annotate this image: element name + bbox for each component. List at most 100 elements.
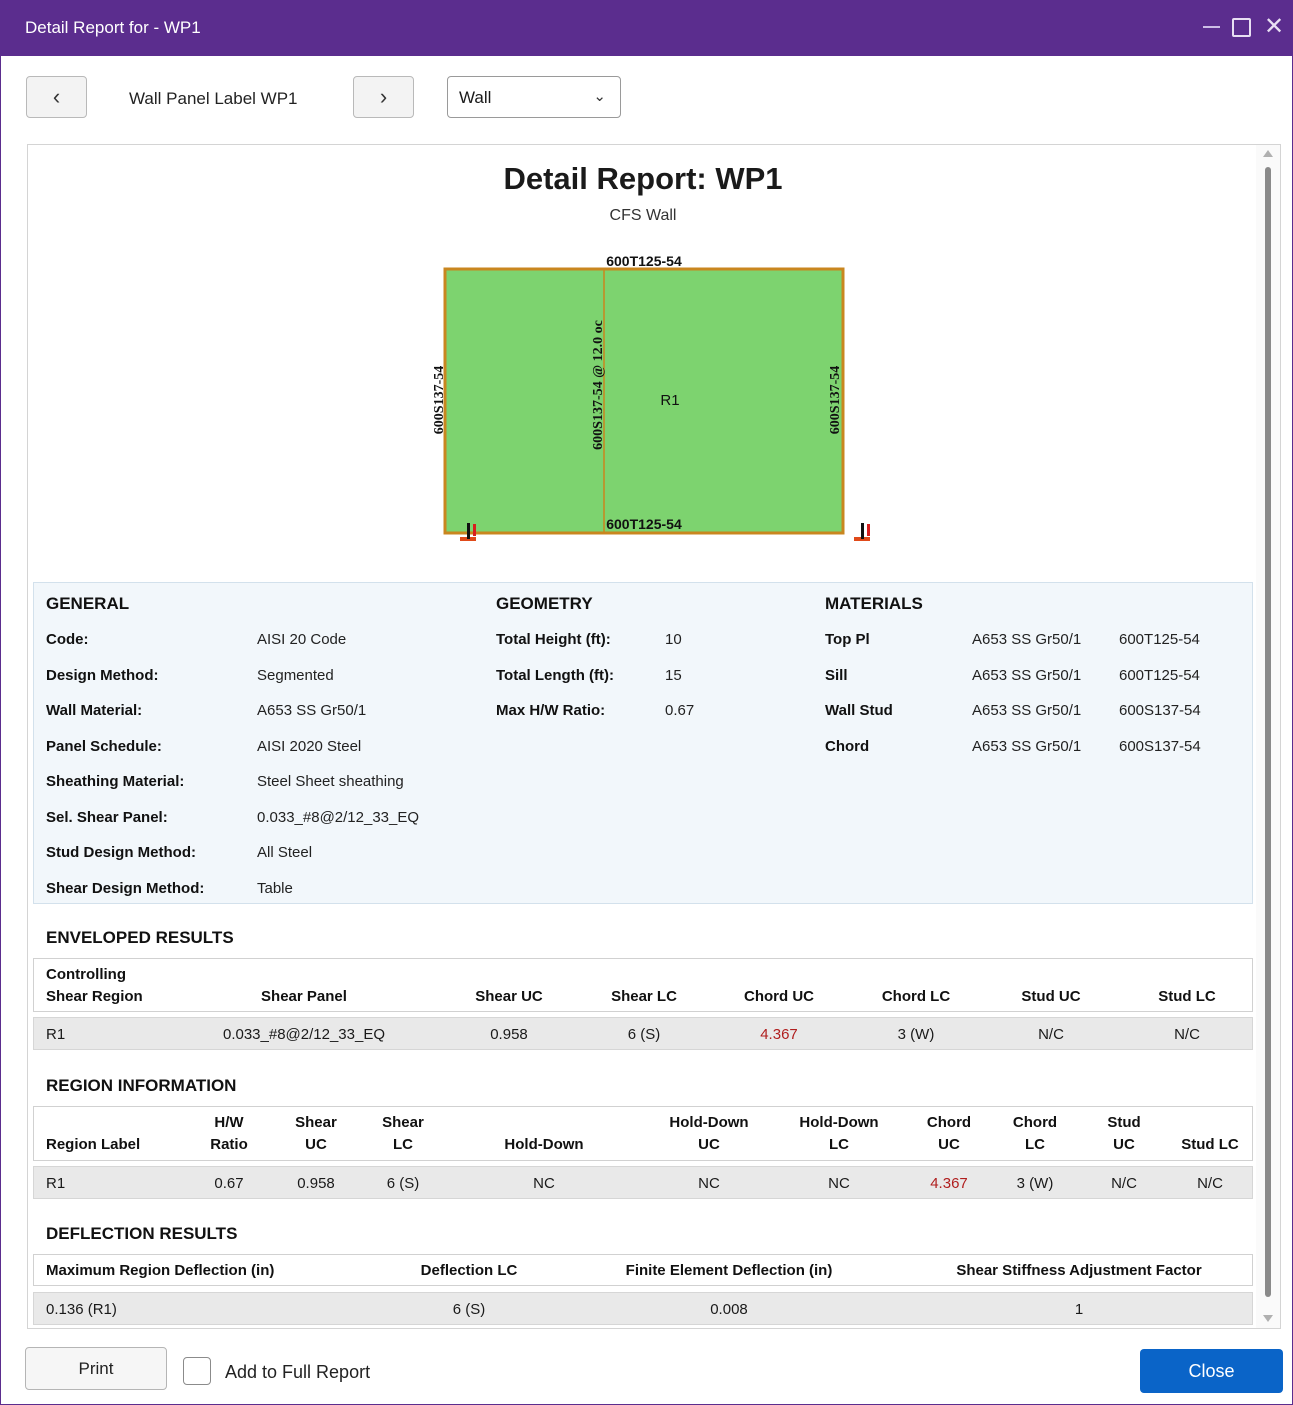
close-icon[interactable]: ✕ xyxy=(1261,14,1287,40)
material-grade: A653 SS Gr50/1 xyxy=(972,667,1082,684)
geometry-key: Total Height (ft): xyxy=(496,631,611,648)
column-header: Shear Panel xyxy=(261,988,347,1005)
general-value: AISI 2020 Steel xyxy=(257,738,362,755)
table-header: Maximum Region Deflection (in) Deflectio… xyxy=(33,1254,1253,1286)
table-cell: 0.136 (R1) xyxy=(46,1301,117,1318)
table-cell: 0.67 xyxy=(214,1175,244,1192)
column-header: Stud LC xyxy=(1158,988,1216,1005)
general-key: Code: xyxy=(46,631,89,648)
table-cell: N/C xyxy=(1038,1026,1064,1043)
region-label: R1 xyxy=(660,392,679,409)
table-row: R1 0.033_#8@2/12_33_EQ 0.958 6 (S) 4.367… xyxy=(33,1017,1253,1050)
general-key: Wall Material: xyxy=(46,702,143,719)
column-header: Hold-Down LC xyxy=(799,1114,879,1153)
chevron-left-icon: ‹ xyxy=(52,84,61,109)
material-section: 600S137-54 xyxy=(1119,738,1201,755)
general-heading: GENERAL xyxy=(46,594,130,613)
table-cell: NC xyxy=(533,1175,555,1192)
table-cell: 6 (S) xyxy=(627,1026,661,1043)
column-header: Region Label xyxy=(46,1136,141,1153)
previous-panel-button[interactable]: ‹ xyxy=(26,76,87,118)
column-header: Shear LC xyxy=(611,988,677,1005)
column-header: Hold-Down xyxy=(504,1136,584,1153)
column-header: Shear LC xyxy=(382,1114,424,1153)
column-header: Stud UC xyxy=(1021,988,1081,1005)
geometry-value: 0.67 xyxy=(665,702,695,719)
top-plate-label: 600T125-54 xyxy=(606,253,682,269)
column-header: Chord UC xyxy=(926,1114,972,1153)
report-subtitle: CFS Wall xyxy=(609,207,677,224)
maximize-icon[interactable] xyxy=(1228,14,1254,40)
material-grade: A653 SS Gr50/1 xyxy=(972,631,1082,648)
close-button[interactable]: Close xyxy=(1140,1349,1283,1393)
column-header: Controlling Shear Region xyxy=(46,966,143,1005)
title-bar: Detail Report for - WP1 ✕ xyxy=(1,1,1292,56)
table-cell: N/C xyxy=(1174,1026,1200,1043)
table-row: 0.136 (R1) 6 (S) 0.008 1 xyxy=(33,1292,1253,1325)
table-cell: 6 (S) xyxy=(452,1301,486,1318)
wall-panel-diagram: 600T125-54 600T125-54 600S137-54 600S137… xyxy=(432,253,870,541)
column-header: Stud UC xyxy=(1107,1114,1141,1153)
table-cell: 6 (S) xyxy=(386,1175,420,1192)
table-cell: R1 xyxy=(46,1175,66,1192)
general-value: AISI 20 Code xyxy=(257,631,347,648)
report-viewer[interactable]: Detail Report: WP1 CFS Wall 600T125-54 6… xyxy=(27,144,1281,1329)
chevron-down-icon: ⌄ xyxy=(593,88,606,105)
stud-spacing-label: 600S137-54 @ 12.0 oc xyxy=(591,320,606,450)
column-header: Shear Stiffness Adjustment Factor xyxy=(956,1262,1202,1279)
table-cell: 0.008 xyxy=(710,1301,748,1318)
table-cell: R1 xyxy=(46,1026,66,1043)
print-button[interactable]: Print xyxy=(25,1347,167,1390)
material-key: Top Pl xyxy=(825,631,870,648)
report-title: Detail Report: WP1 xyxy=(503,161,783,196)
detail-report-window: Detail Report for - WP1 ✕ ‹ Wall Panel L… xyxy=(0,0,1293,1405)
general-key: Shear Design Method: xyxy=(46,880,205,897)
column-header: Deflection LC xyxy=(420,1262,518,1279)
vertical-scrollbar[interactable] xyxy=(1256,145,1280,1328)
scroll-up-icon[interactable] xyxy=(1263,150,1273,157)
right-chord-label: 600S137-54 xyxy=(828,366,843,434)
add-to-full-report-label[interactable]: Add to Full Report xyxy=(225,1362,370,1383)
materials-heading: MATERIALS xyxy=(825,594,923,613)
deflection-results-heading: DEFLECTION RESULTS xyxy=(46,1224,238,1243)
material-section: 600T125-54 xyxy=(1119,631,1200,648)
material-key: Wall Stud xyxy=(825,702,893,719)
material-key: Sill xyxy=(825,667,848,684)
column-header: Shear UC xyxy=(295,1114,337,1153)
table-cell: 1 xyxy=(1074,1301,1084,1318)
table-cell: NC xyxy=(828,1175,850,1192)
table-cell: NC xyxy=(698,1175,720,1192)
left-chord-label: 600S137-54 xyxy=(432,366,447,434)
column-header: Chord LC xyxy=(881,988,951,1005)
next-panel-button[interactable]: › xyxy=(353,76,414,118)
material-section: 600T125-54 xyxy=(1119,667,1200,684)
panel-label: Wall Panel Label WP1 xyxy=(129,89,298,108)
table-cell: 3 (W) xyxy=(1016,1175,1054,1192)
enveloped-results-heading: ENVELOPED RESULTS xyxy=(46,928,234,947)
column-header: Chord LC xyxy=(1012,1114,1058,1153)
table-cell: N/C xyxy=(1197,1175,1223,1192)
minimize-icon[interactable] xyxy=(1198,14,1224,40)
general-value: All Steel xyxy=(257,844,313,861)
scrollbar-thumb[interactable] xyxy=(1265,167,1271,1297)
sill-label: 600T125-54 xyxy=(606,516,682,532)
general-value: Segmented xyxy=(257,667,334,684)
column-header: Shear UC xyxy=(475,988,543,1005)
scroll-down-icon[interactable] xyxy=(1263,1315,1273,1322)
window-title: Detail Report for - WP1 xyxy=(25,18,201,37)
table-cell: 0.033_#8@2/12_33_EQ xyxy=(222,1026,386,1043)
toolbar: ‹ Wall Panel Label WP1 › Wall ⌄ xyxy=(1,56,1292,142)
geometry-value: 15 xyxy=(665,667,682,684)
right-holddown-icon xyxy=(854,523,870,541)
table-cell-failing: 4.367 xyxy=(760,1026,798,1043)
general-value: Steel Sheet sheathing xyxy=(257,773,404,790)
add-to-full-report-checkbox[interactable] xyxy=(183,1357,211,1385)
report-type-select[interactable]: Wall ⌄ xyxy=(447,76,621,118)
column-header: Stud LC xyxy=(1181,1136,1239,1153)
geometry-heading: GEOMETRY xyxy=(496,594,593,613)
table-cell: 0.958 xyxy=(297,1175,335,1192)
report-type-value: Wall xyxy=(459,88,492,107)
table-header: Controlling Shear Region Shear Panel She… xyxy=(33,958,1253,1012)
geometry-key: Max H/W Ratio: xyxy=(496,702,606,719)
general-key: Sel. Shear Panel: xyxy=(46,809,168,826)
